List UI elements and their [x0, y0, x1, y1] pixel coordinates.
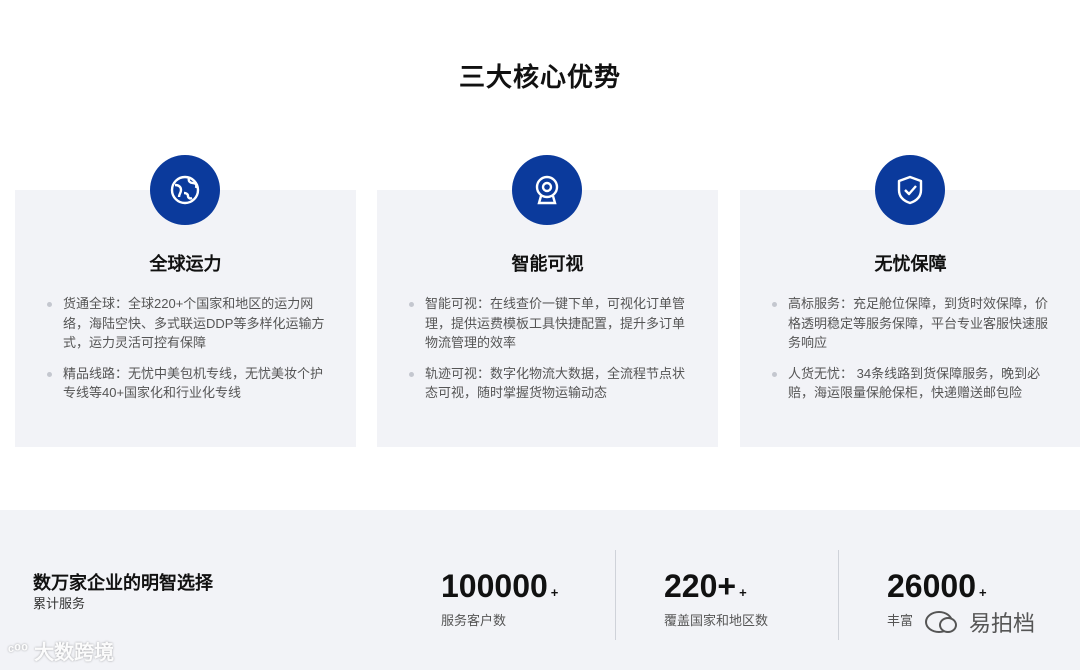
card-title: 全球运力: [149, 254, 222, 274]
webcam-icon: [512, 155, 582, 225]
list-item: 轨迹可视：数字化物流大数据，全流程节点状态可视，随时掌握货物运输动态: [409, 364, 696, 403]
card-smart-visibility: 智能可视 智能可视：在线查价一键下单，可视化订单管理，提供运费模板工具快捷配置，…: [377, 190, 718, 447]
stat-countries: 220+ + 覆盖国家和地区数: [664, 566, 768, 629]
stat-label: 服务客户数: [441, 613, 507, 628]
stat-suffix: +: [739, 585, 747, 600]
card-global-capacity: 全球运力 货通全球：全球220+个国家和地区的运力网络，海陆空快、多式联运DDP…: [15, 190, 356, 447]
stat-customers: 100000 + 服务客户数: [441, 566, 558, 629]
list-item: 人货无忧： 34条线路到货保障服务，晚到必赔，海运限量保舱保柜，快递赠送邮包险: [772, 364, 1059, 403]
list-item: 智能可视：在线查价一键下单，可视化订单管理，提供运费模板工具快捷配置，提升多订单…: [409, 294, 696, 353]
stats-heading: 数万家企业的明智选择: [33, 573, 213, 593]
watermark-text: 大数跨境: [34, 642, 115, 664]
list-item: 货通全球：全球220+个国家和地区的运力网络，海陆空快、多式联运DDP等多样化运…: [47, 294, 334, 353]
watermark-logo-icon: ᶜ⁰⁰: [8, 642, 29, 660]
stat-suffix: +: [978, 585, 987, 600]
shield-check-icon: [875, 155, 945, 225]
stat-suffix: +: [550, 585, 559, 600]
card-title: 智能可视: [511, 254, 584, 274]
stat-value: 100000: [441, 568, 548, 604]
wechat-icon: [925, 611, 957, 633]
globe-icon: [150, 155, 220, 225]
stat-label: 覆盖国家和地区数: [664, 613, 769, 628]
card-feature-list: 货通全球：全球220+个国家和地区的运力网络，海陆空快、多式联运DDP等多样化运…: [47, 294, 334, 414]
divider: [615, 550, 616, 640]
watermark-text: 易拍档: [969, 611, 1036, 636]
card-title: 无忧保障: [874, 254, 947, 274]
card-feature-list: 高标服务：充足舱位保障，到货时效保障，价格透明稳定等服务保障，平台专业客服快速服…: [772, 294, 1059, 414]
stat-value: 220+: [664, 568, 737, 604]
stats-subheading: 累计服务: [33, 596, 86, 611]
card-feature-list: 智能可视：在线查价一键下单，可视化订单管理，提供运费模板工具快捷配置，提升多订单…: [409, 294, 696, 414]
list-item: 高标服务：充足舱位保障，到货时效保障，价格透明稳定等服务保障，平台专业客服快速服…: [772, 294, 1059, 353]
watermark-left: ᶜ⁰⁰ 大数跨境: [8, 636, 114, 665]
section-title: 三大核心优势: [458, 62, 621, 92]
divider: [838, 550, 839, 640]
list-item: 精品线路：无忧中美包机专线，无忧美妆个护专线等40+国家化和行业化专线: [47, 364, 334, 403]
card-worry-free-guarantee: 无忧保障 高标服务：充足舱位保障，到货时效保障，价格透明稳定等服务保障，平台专业…: [740, 190, 1080, 447]
stats-bar: 数万家企业的明智选择 累计服务 100000 + 服务客户数 220+ + 覆盖国家…: [0, 510, 1080, 670]
watermark-right: 易拍档: [925, 606, 1035, 638]
stat-value: 26000: [887, 568, 976, 604]
